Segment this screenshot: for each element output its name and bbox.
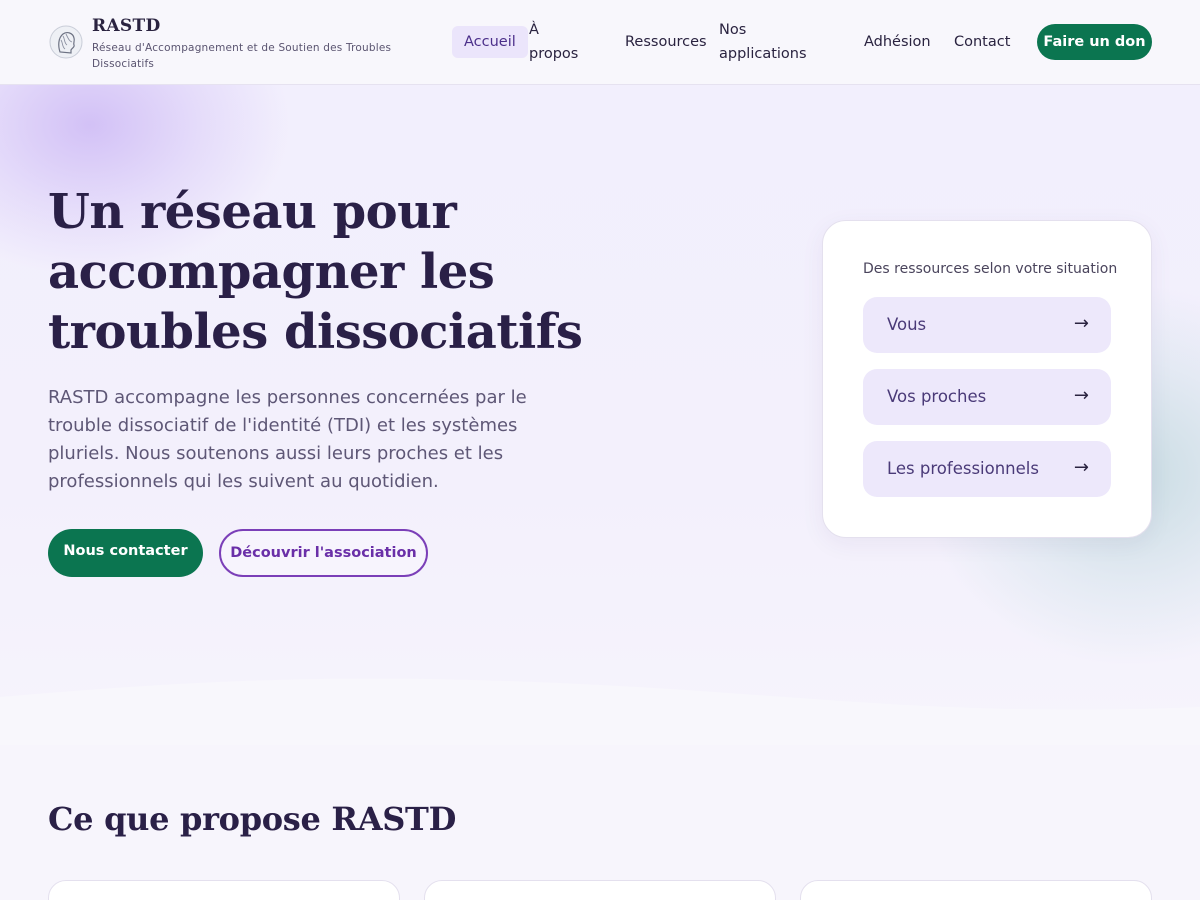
feature-card[interactable] bbox=[48, 880, 400, 900]
hero-description: RASTD accompagne les personnes concernée… bbox=[48, 387, 527, 492]
brand-name[interactable]: RASTD bbox=[92, 16, 161, 36]
resource-link-label: Vos proches bbox=[887, 387, 987, 406]
hero-section: Un réseau pour accompagner les troubles … bbox=[0, 85, 1200, 745]
feature-card[interactable] bbox=[800, 880, 1152, 900]
section-title: Ce que propose RASTD bbox=[48, 800, 457, 838]
decorative-wave bbox=[0, 678, 1200, 745]
resources-card-title: Des ressources selon votre situation bbox=[863, 261, 1118, 277]
resources-card: Des ressources selon votre situation Vou… bbox=[822, 220, 1152, 538]
nav-item-a-propos[interactable]: À propos bbox=[529, 18, 589, 66]
arrow-right-icon: → bbox=[1073, 313, 1089, 334]
contact-us-button[interactable]: Nous contacter bbox=[48, 529, 203, 577]
resource-link-label: Les professionnels bbox=[887, 459, 1039, 478]
nav-item-contact[interactable]: Contact bbox=[954, 30, 1010, 54]
resource-link-vous[interactable]: Vous → bbox=[863, 297, 1111, 353]
resource-link-les-professionnels[interactable]: Les professionnels → bbox=[863, 441, 1111, 497]
hero-title: Un réseau pour accompagner les troubles … bbox=[48, 184, 583, 360]
resource-link-label: Vous bbox=[887, 315, 927, 334]
discover-association-button[interactable]: Découvrir l'association bbox=[219, 529, 428, 577]
site-header: RASTD Réseau d'Accompagnement et de Sout… bbox=[0, 0, 1200, 85]
profile-silhouette-logo-icon[interactable] bbox=[48, 24, 84, 60]
feature-card[interactable] bbox=[424, 880, 776, 900]
brand-tagline: Réseau d'Accompagnement et de Soutien de… bbox=[92, 42, 392, 70]
arrow-right-icon: → bbox=[1073, 457, 1089, 478]
nav-item-adhesion[interactable]: Adhésion bbox=[864, 30, 931, 54]
nav-item-nos-applications[interactable]: Nos applications bbox=[719, 18, 819, 66]
nav-item-accueil[interactable]: Accueil bbox=[452, 26, 528, 58]
arrow-right-icon: → bbox=[1073, 385, 1089, 406]
donate-button[interactable]: Faire un don bbox=[1037, 24, 1152, 60]
resource-link-vos-proches[interactable]: Vos proches → bbox=[863, 369, 1111, 425]
nav-item-ressources[interactable]: Ressources bbox=[625, 30, 707, 54]
